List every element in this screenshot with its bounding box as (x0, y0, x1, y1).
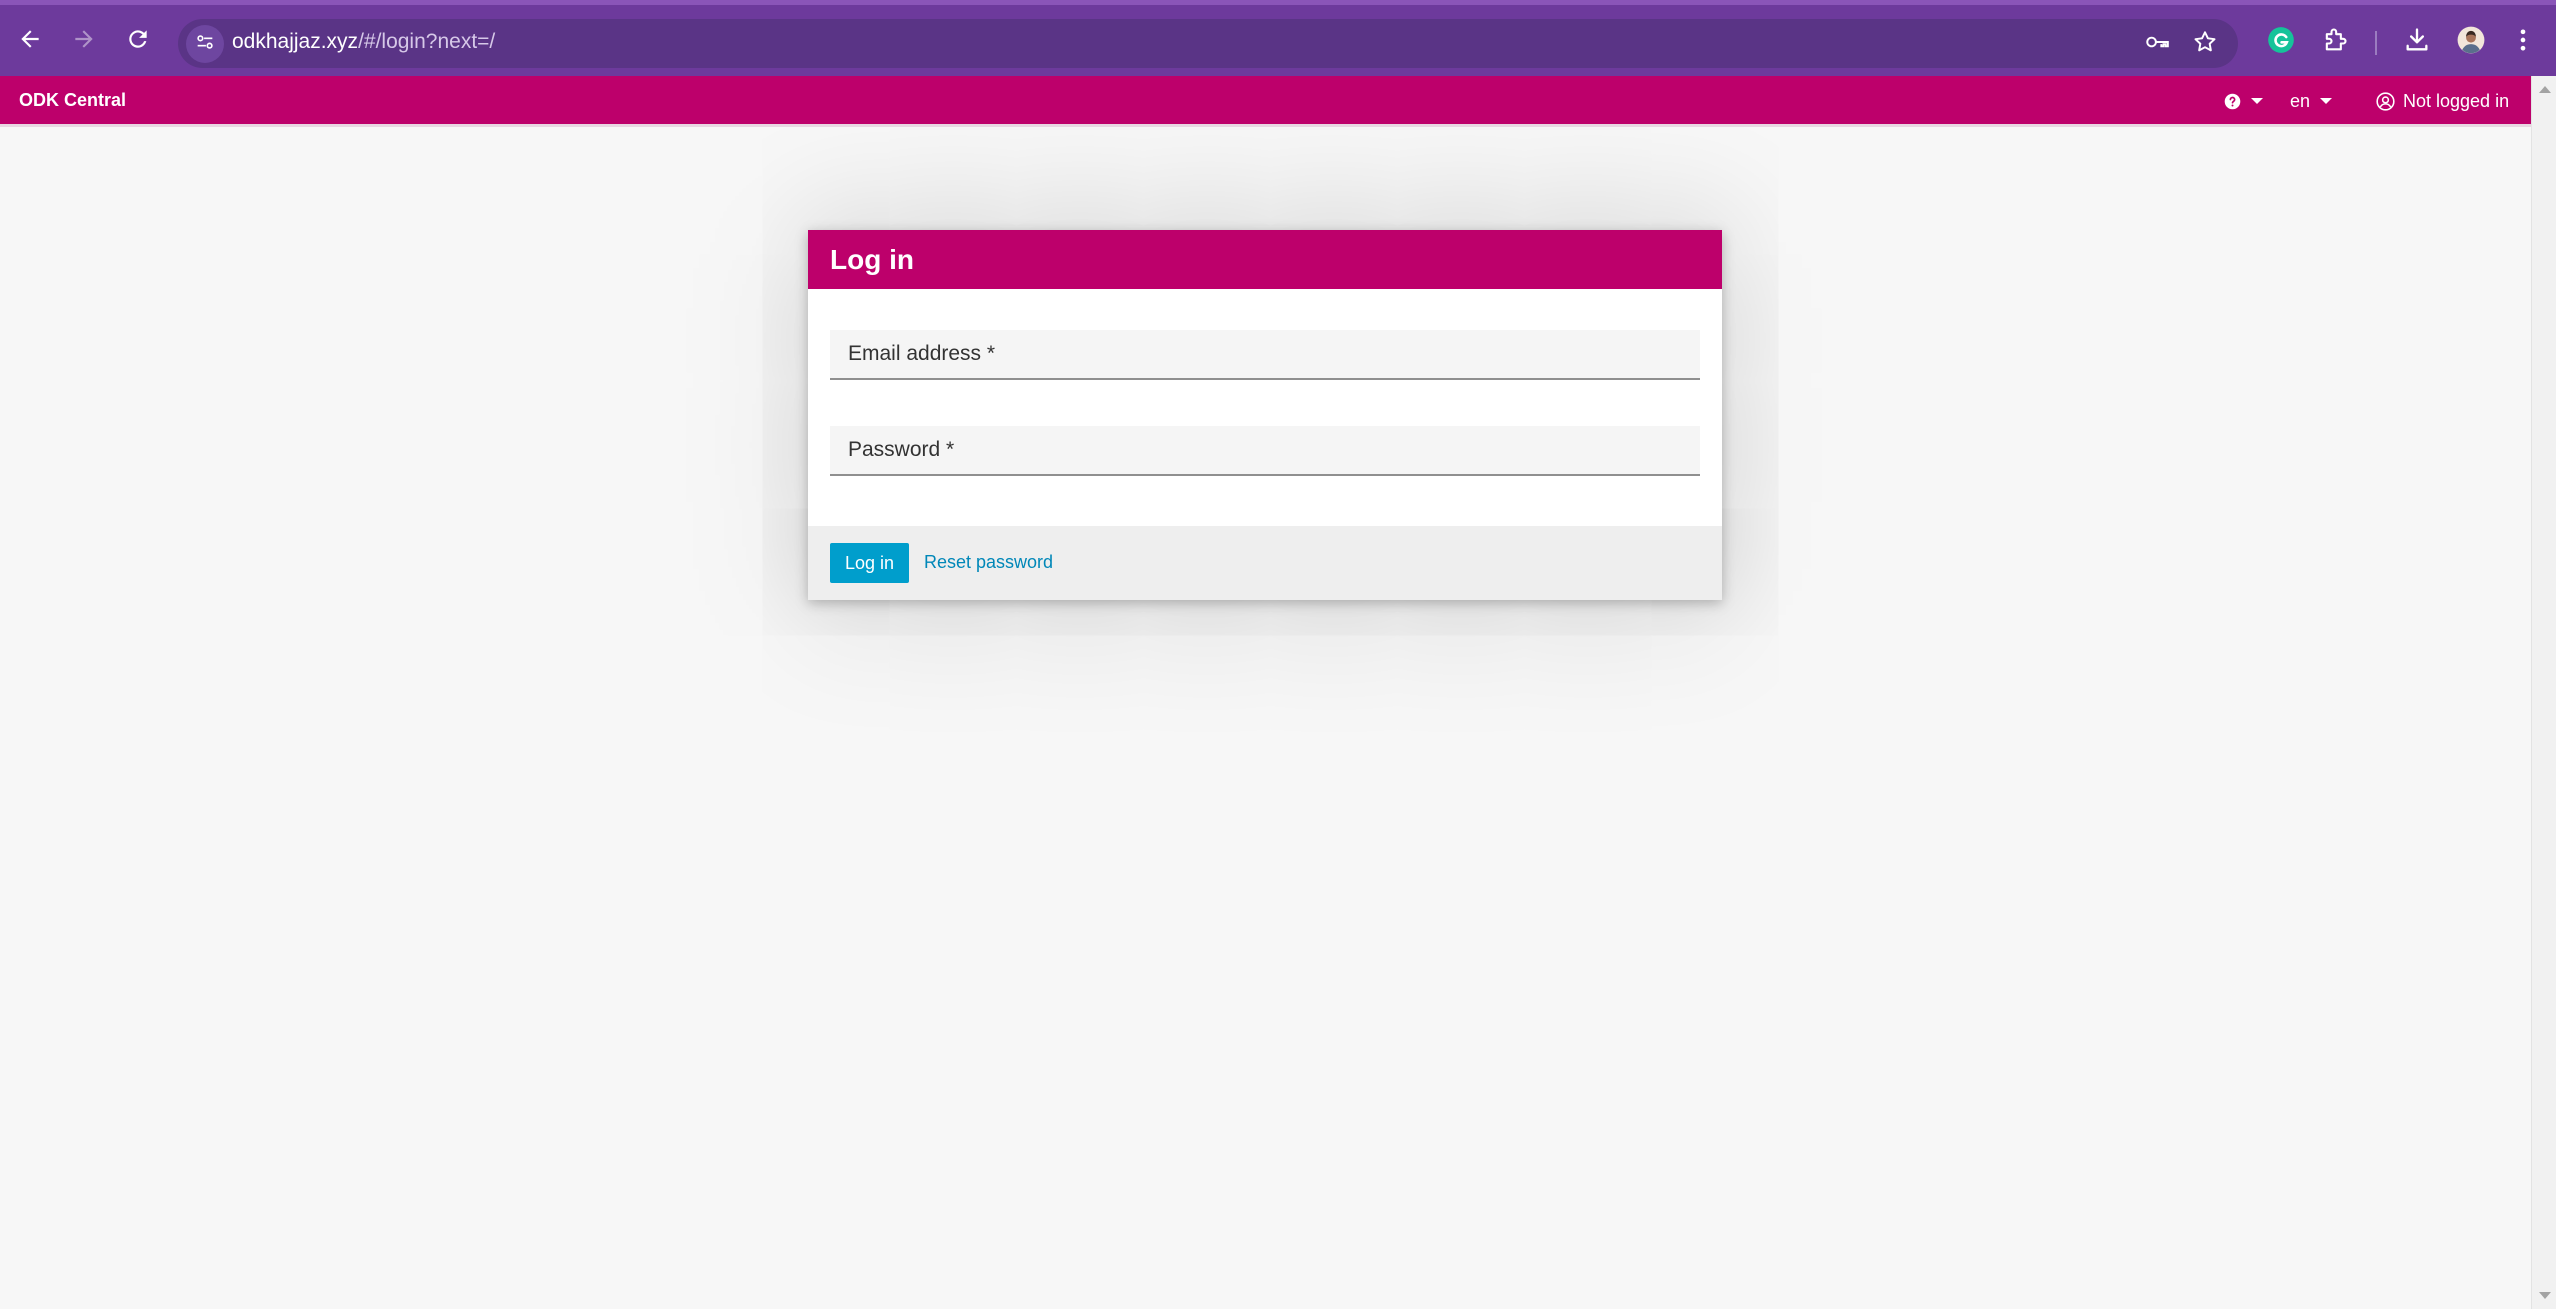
modal-footer: Log in Reset password (808, 526, 1722, 600)
back-button[interactable] (8, 19, 52, 63)
scroll-down-icon[interactable] (2539, 1292, 2551, 1299)
avatar (2457, 26, 2485, 59)
download-icon (2403, 26, 2431, 59)
language-label: en (2290, 90, 2311, 111)
password-manager-button[interactable] (2142, 29, 2172, 59)
browser-toolbar: odkhajjaz.xyz/#/login?next=/ (0, 0, 2556, 76)
star-icon (2192, 29, 2218, 60)
arrow-left-icon (17, 26, 43, 57)
puzzle-icon (2321, 26, 2349, 59)
key-icon (2144, 29, 2170, 60)
login-modal: Log in Email address * Password * Log in… (808, 230, 1722, 600)
login-button[interactable]: Log in (830, 543, 909, 583)
question-circle-icon (2224, 93, 2241, 110)
profile-button[interactable] (2452, 23, 2490, 61)
extensions-button[interactable] (2316, 23, 2354, 61)
kebab-menu-icon (2509, 26, 2537, 59)
user-menu[interactable]: Not logged in (2376, 88, 2509, 114)
downloads-button[interactable] (2398, 23, 2436, 61)
modal-header: Log in (808, 230, 1722, 289)
forward-button[interactable] (62, 19, 106, 63)
chevron-down-icon (2320, 98, 2333, 104)
arrow-right-icon (71, 26, 97, 57)
site-info-button[interactable] (186, 25, 224, 63)
scroll-up-icon[interactable] (2539, 86, 2551, 93)
page-scrollbar[interactable] (2531, 76, 2556, 1309)
email-placeholder: Email address * (848, 342, 996, 365)
modal-title: Log in (830, 244, 914, 275)
user-status-text: Not logged in (2403, 90, 2510, 111)
reset-password-link[interactable]: Reset password (924, 552, 1053, 573)
language-dropdown[interactable]: en (2290, 88, 2333, 114)
chevron-down-icon (2251, 98, 2263, 104)
toolbar-divider (2375, 31, 2377, 55)
url-host: odkhajjaz.xyz (232, 30, 359, 53)
reload-button[interactable] (116, 19, 160, 63)
app-navbar: ODK Central en Not logged in (0, 76, 2531, 124)
help-dropdown[interactable] (2224, 88, 2263, 114)
user-circle-icon (2376, 91, 2395, 111)
bookmark-button[interactable] (2190, 29, 2220, 59)
url-text[interactable]: odkhajjaz.xyz/#/login?next=/ (232, 30, 495, 54)
tune-icon (194, 31, 216, 58)
password-field[interactable]: Password * (830, 426, 1700, 476)
browser-menu-button[interactable] (2504, 23, 2542, 61)
grammarly-extension[interactable] (2262, 23, 2300, 61)
address-bar[interactable]: odkhajjaz.xyz/#/login?next=/ (178, 19, 2238, 68)
reload-icon (125, 26, 151, 57)
password-placeholder: Password * (848, 438, 955, 461)
navbar-border (0, 124, 2531, 127)
url-path: /#/login?next=/ (358, 30, 496, 53)
brand-link[interactable]: ODK Central (19, 90, 126, 111)
grammarly-icon (2267, 26, 2295, 59)
email-field[interactable]: Email address * (830, 330, 1700, 380)
